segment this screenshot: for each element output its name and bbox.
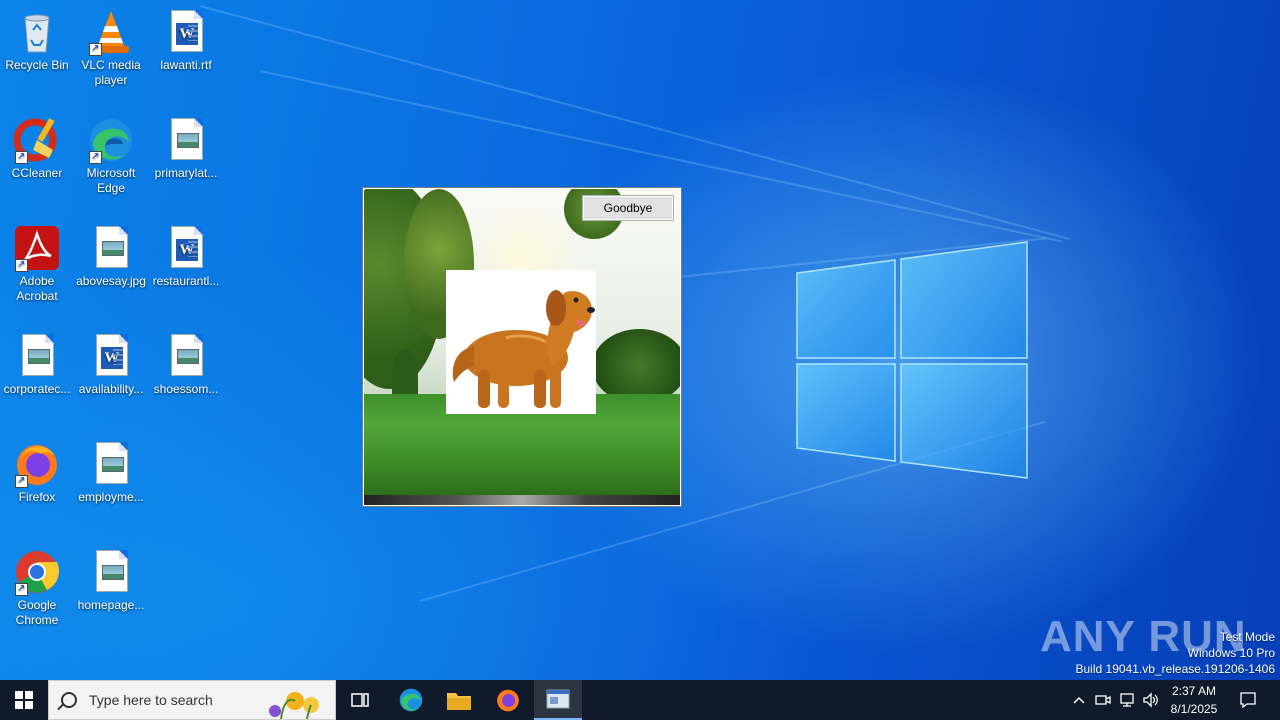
prank-popup-window[interactable]: Goodbye [362,187,682,507]
tray-network[interactable] [1116,680,1138,720]
taskbar-search-box[interactable]: Type here to search [48,680,336,720]
desktop-icon-vlc[interactable]: VLC media player [74,8,148,88]
vlc-cone-icon [87,8,135,56]
speaker-icon [1143,692,1158,708]
shortcut-arrow-icon [15,257,28,272]
golden-retriever-image [446,270,596,414]
word-document-icon: W [87,332,135,380]
desktop-icon-shoessom[interactable]: shoessom... [149,332,223,397]
shortcut-arrow-icon [15,581,28,596]
desktop-icon-employme[interactable]: employme... [74,440,148,505]
image-file-icon [87,548,135,596]
start-button[interactable] [0,680,48,720]
edge-icon [87,116,135,164]
firefox-icon [13,440,61,488]
app-window-icon [546,689,570,709]
search-highlight-flowers-icon [269,692,319,719]
desktop-icon-homepage[interactable]: homepage... [74,548,148,613]
windows-edition-line: Windows 10 Pro [1187,646,1275,660]
test-mode-watermark: Test Mode Windows 10 Pro Build 19041.vb_… [1076,629,1276,677]
desktop-icon-primarylat[interactable]: primarylat... [149,116,223,181]
image-file-icon [87,224,135,272]
windows-logo-wallpaper [796,241,1028,479]
test-mode-line: Test Mode [1219,630,1275,644]
desktop-icon-corporatec[interactable]: corporatec... [0,332,74,397]
desktop-icon-chrome[interactable]: Google Chrome [0,548,74,628]
desktop-icon-recycle-bin[interactable]: Recycle Bin [0,8,74,73]
network-icon [1120,693,1134,707]
edge-icon [399,688,423,712]
folder-icon [447,693,471,710]
tray-volume[interactable] [1140,680,1162,720]
taskbar-firefox[interactable] [485,680,531,720]
desktop-icon-restaurantl[interactable]: W restaurantl... [149,224,223,289]
camera-icon [1095,695,1111,705]
search-placeholder: Type here to search [89,692,213,708]
build-line: Build 19041.vb_release.191206-1406 [1075,662,1276,676]
desktop-icon-abovesay-jpg[interactable]: abovesay.jpg [74,224,148,289]
windows-start-icon [15,691,33,709]
show-hidden-icons-button[interactable] [1068,680,1090,720]
tray-meet-now[interactable] [1092,680,1114,720]
taskbar-clock[interactable]: 2:37 AM 8/1/2025 [1166,682,1222,718]
chrome-icon [13,548,61,596]
shortcut-arrow-icon [89,149,102,164]
desktop-icon-availability[interactable]: W availability... [74,332,148,397]
chevron-up-icon [1073,696,1085,704]
desktop-icon-lawanti-rtf[interactable]: W lawanti.rtf [149,8,223,73]
shortcut-arrow-icon [89,41,102,56]
recycle-bin-icon [13,8,61,56]
task-view-button[interactable] [338,680,382,720]
taskbar-edge[interactable] [388,680,434,720]
taskbar-active-app[interactable] [534,680,582,720]
image-bottom-strip [364,495,680,505]
desktop-icon-edge[interactable]: Microsoft Edge [74,116,148,196]
shortcut-arrow-icon [15,149,28,164]
clock-date: 8/1/2025 [1170,702,1218,716]
desktop-icon-adobe-acrobat[interactable]: Adobe Acrobat [0,224,74,304]
task-view-icon [351,693,369,707]
search-icon [61,692,77,708]
acrobat-icon [13,224,61,272]
image-file-icon [13,332,61,380]
park-background-image [364,189,680,495]
notification-center-button[interactable] [1232,680,1264,720]
desktop-icon-ccleaner[interactable]: CCleaner [0,116,74,181]
desktop-icon-firefox[interactable]: Firefox [0,440,74,505]
word-document-icon: W [162,8,210,56]
image-file-icon [87,440,135,488]
word-document-icon: W [162,224,210,272]
image-file-icon [162,116,210,164]
goodbye-button[interactable]: Goodbye [582,195,674,221]
shortcut-arrow-icon [15,473,28,488]
taskbar-file-explorer[interactable] [436,680,482,720]
clock-time: 2:37 AM [1171,684,1217,698]
taskbar: Type here to search [0,680,1280,720]
image-file-icon [162,332,210,380]
firefox-icon [497,689,519,712]
ccleaner-icon [13,116,61,164]
notification-icon [1240,692,1256,709]
